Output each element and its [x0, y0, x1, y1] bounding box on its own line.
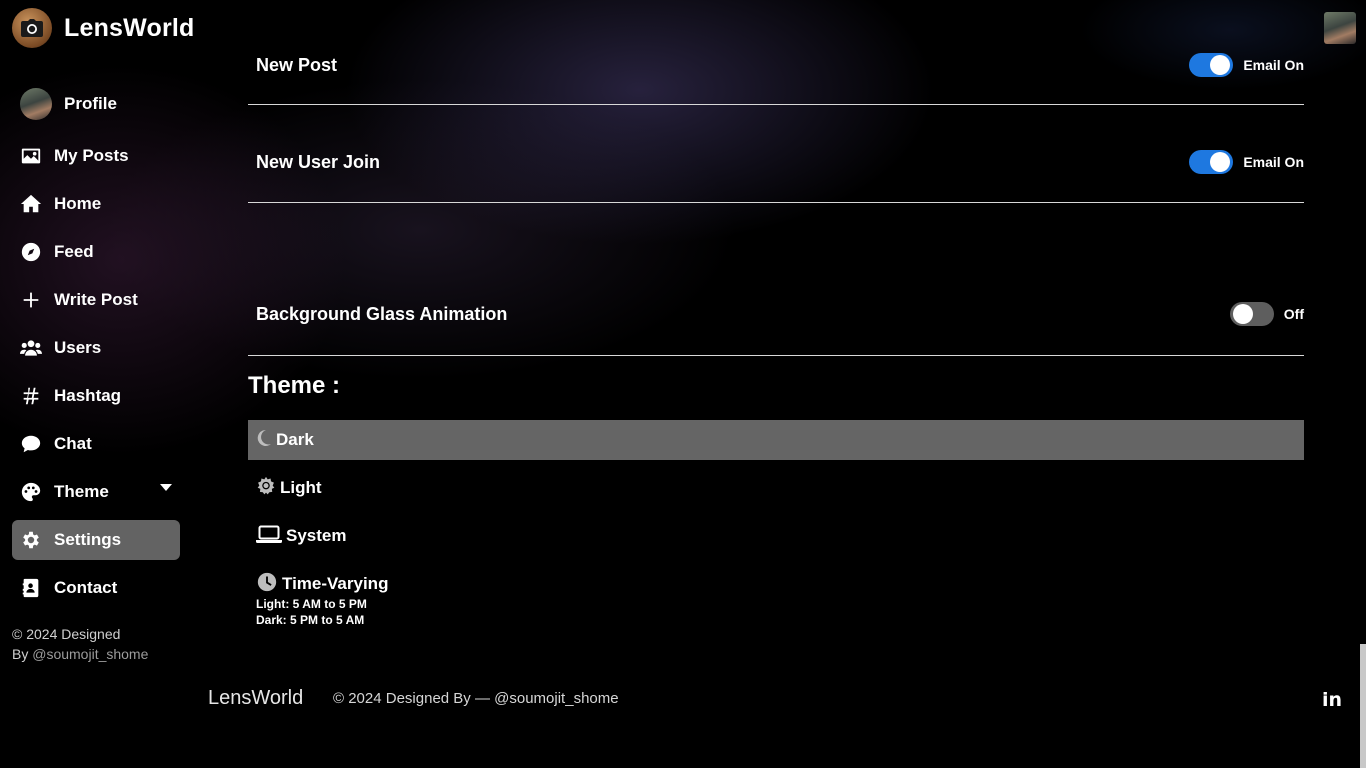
sidebar-item-label: Hashtag	[54, 386, 122, 405]
setting-control: Email On	[1189, 53, 1304, 77]
avatar	[20, 88, 52, 120]
setting-label: New User Join	[256, 152, 381, 172]
sidebar-item-settings[interactable]: Settings	[12, 520, 180, 560]
sidebar-item-label: My Posts	[54, 146, 129, 165]
setting-row-new-post: New Post Email On	[248, 44, 1304, 105]
sidebar-item-label: Users	[54, 338, 102, 357]
brand-name: LensWorld	[64, 13, 195, 42]
setting-label: Background Glass Animation	[256, 304, 508, 324]
contact-icon	[20, 577, 42, 599]
theme-section-title: Theme :	[248, 372, 341, 399]
sidebar-item-label: Settings	[54, 530, 122, 549]
setting-row-background-animation: Background Glass Animation Off	[248, 203, 1304, 356]
sidebar-item-feed[interactable]: Feed	[12, 232, 180, 272]
sidebar-item-contact[interactable]: Contact	[12, 568, 180, 608]
theme-option-label: Dark	[276, 430, 314, 449]
by-text: By	[12, 646, 33, 662]
sidebar-item-label: Contact	[54, 578, 118, 597]
sidebar-item-my-posts[interactable]: My Posts	[12, 136, 180, 176]
sidebar-item-label: Chat	[54, 434, 92, 453]
sidebar-item-hashtag[interactable]: Hashtag	[12, 376, 180, 416]
setting-control: Off	[1229, 302, 1304, 326]
palette-icon	[20, 481, 42, 503]
theme-option-light[interactable]: Light	[248, 468, 1304, 508]
user-avatar-top[interactable]	[1324, 12, 1356, 44]
laptop-icon	[256, 524, 282, 549]
time-varying-dark-hours: Dark: 5 PM to 5 AM	[256, 613, 365, 627]
footer-brand[interactable]: LensWorld	[208, 687, 303, 710]
brand[interactable]: LensWorld	[12, 8, 195, 48]
moon-icon	[256, 429, 272, 452]
setting-row-new-user-join: New User Join Email On	[248, 105, 1304, 203]
footer-copyright: © 2024 Designed By — @soumojit_shome	[333, 690, 619, 707]
camera-logo-icon	[12, 8, 52, 48]
linkedin-icon[interactable]: in	[1322, 689, 1342, 711]
toggle-status: Off	[1283, 306, 1304, 322]
clock-icon	[256, 571, 278, 598]
sidebar-item-label: Theme	[54, 482, 109, 501]
sidebar-item-label: Feed	[54, 242, 94, 261]
sidebar-item-profile[interactable]: Profile	[12, 84, 180, 124]
setting-label: New Post	[256, 55, 338, 75]
sidebar-copyright: © 2024 Designed By @soumojit_shome	[12, 624, 182, 664]
theme-option-label: Time-Varying	[282, 574, 389, 593]
theme-option-time-varying[interactable]: Time-Varying	[248, 564, 1304, 604]
hashtag-icon	[20, 385, 42, 407]
theme-option-label: Light	[280, 478, 322, 497]
sidebar-item-label: Profile	[64, 94, 117, 113]
copyright-line: © 2024 Designed	[12, 626, 121, 642]
copyright-by-line: By @soumojit_shome	[12, 644, 182, 664]
chat-icon	[20, 433, 42, 455]
sidebar-item-users[interactable]: Users	[12, 328, 180, 368]
scrollbar[interactable]	[1360, 644, 1366, 768]
home-icon	[20, 193, 42, 215]
theme-option-label: System	[286, 526, 347, 545]
theme-option-system[interactable]: System	[248, 516, 1304, 556]
chevron-down-icon	[160, 484, 172, 491]
compass-icon	[20, 241, 42, 263]
sidebar-item-label: Home	[54, 194, 102, 213]
plus-icon	[20, 289, 42, 311]
time-varying-light-hours: Light: 5 AM to 5 PM	[256, 597, 367, 611]
sidebar: Profile My Posts Home Feed Write Post Us…	[0, 56, 192, 676]
toggle-status: Email On	[1243, 57, 1304, 73]
email-toggle-new-post[interactable]	[1189, 53, 1234, 77]
sidebar-item-label: Write Post	[54, 290, 138, 309]
sun-gear-icon	[256, 476, 276, 501]
page-footer: LensWorld © 2024 Designed By — @soumojit…	[192, 676, 1350, 720]
sidebar-item-theme[interactable]: Theme	[12, 472, 180, 512]
sidebar-item-write-post[interactable]: Write Post	[12, 280, 180, 320]
image-icon	[20, 145, 42, 167]
author-handle-link[interactable]: @soumojit_shome	[32, 646, 148, 662]
gear-icon	[20, 529, 42, 551]
setting-control: Email On	[1189, 150, 1304, 174]
toggle-status: Email On	[1243, 154, 1304, 170]
users-icon	[20, 337, 42, 359]
sidebar-item-chat[interactable]: Chat	[12, 424, 180, 464]
email-toggle-new-user-join[interactable]	[1189, 150, 1234, 174]
theme-option-dark[interactable]: Dark	[248, 420, 1304, 460]
background-animation-toggle[interactable]	[1229, 302, 1274, 326]
sidebar-item-home[interactable]: Home	[12, 184, 180, 224]
